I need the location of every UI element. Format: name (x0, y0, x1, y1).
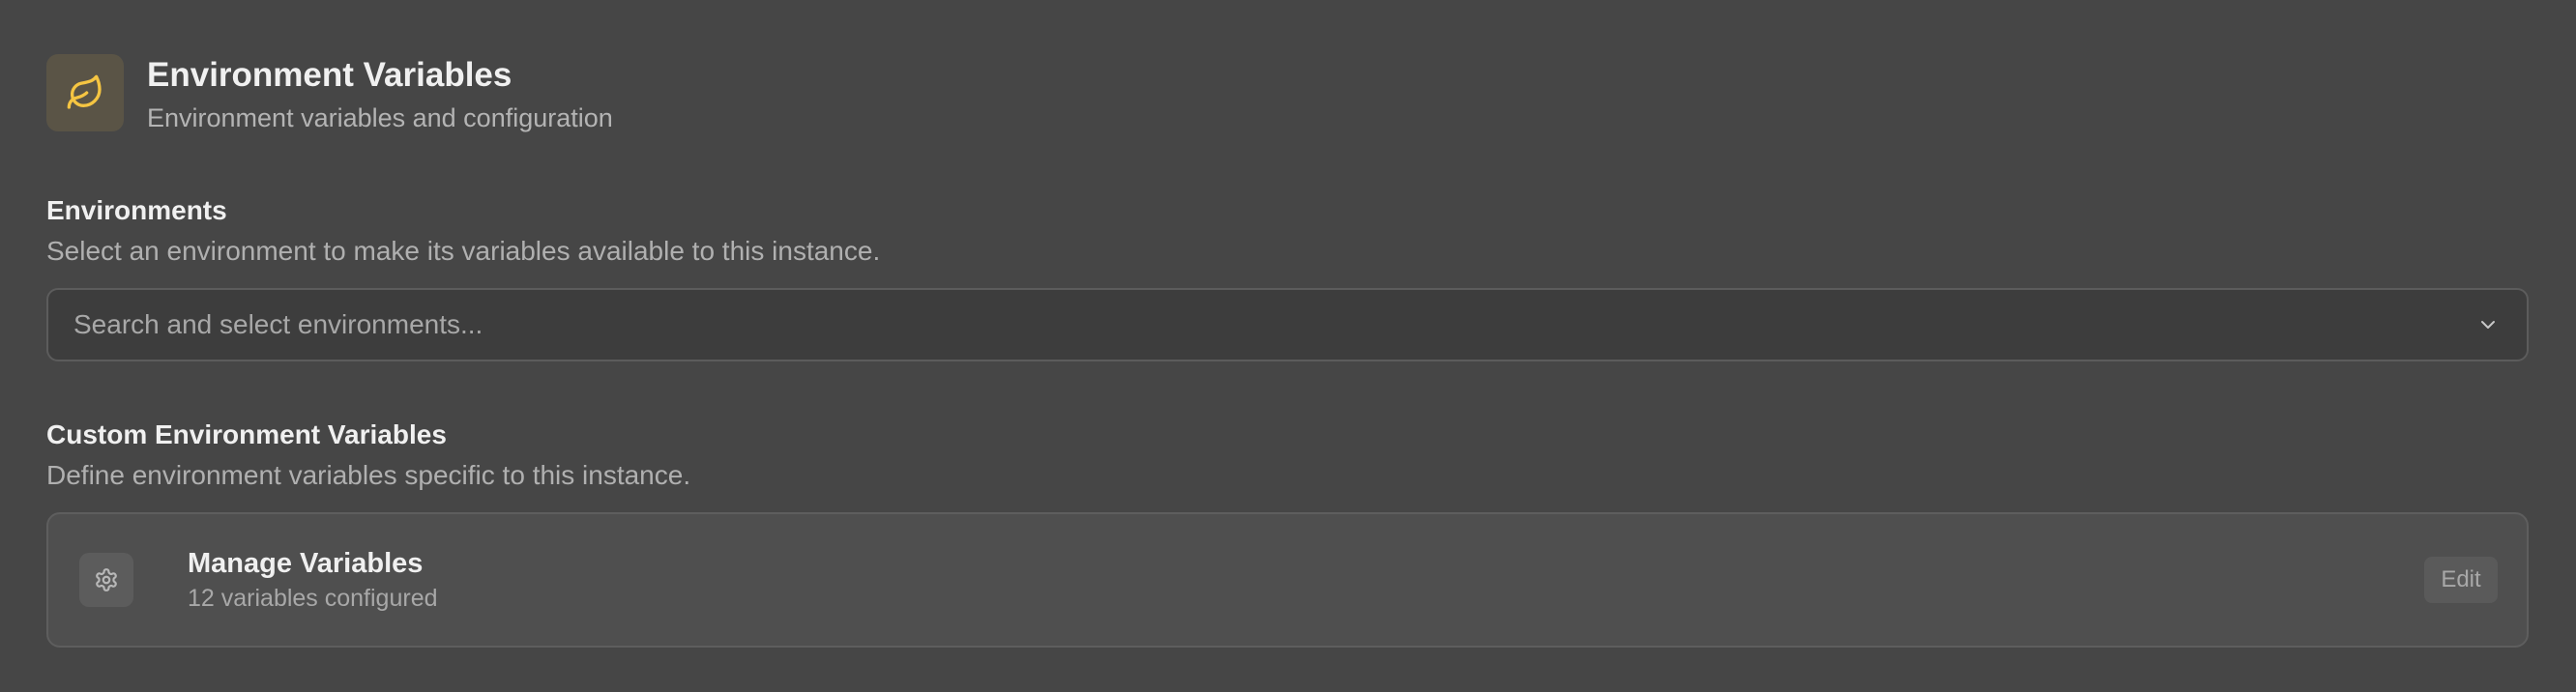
environment-select[interactable]: Search and select environments... (46, 288, 2529, 361)
manage-variables-card: Manage Variables 12 variables configured… (46, 512, 2529, 648)
environments-description: Select an environment to make its variab… (46, 236, 881, 266)
custom-variables-title: Custom Environment Variables (46, 419, 447, 449)
variables-count: 12 variables configured (188, 585, 438, 612)
custom-variables-description: Define environment variables specific to… (46, 460, 691, 490)
page-subtitle: Environment variables and configuration (147, 103, 613, 132)
edit-button[interactable]: Edit (2424, 557, 2498, 603)
manage-variables-info: Manage Variables 12 variables configured (79, 546, 438, 614)
chevron-down-icon (2474, 311, 2502, 338)
header-text: Environment Variables Environment variab… (147, 54, 613, 135)
manage-variables-text: Manage Variables 12 variables configured (188, 546, 438, 614)
page-header: Environment Variables Environment variab… (46, 54, 613, 135)
environments-section: Environments Select an environment to ma… (46, 193, 2529, 361)
page-title: Environment Variables (147, 56, 512, 94)
gear-icon (79, 553, 133, 607)
environment-select-placeholder: Search and select environments... (73, 309, 483, 339)
manage-variables-title: Manage Variables (188, 548, 424, 579)
leaf-icon (46, 54, 124, 131)
environments-title: Environments (46, 195, 227, 225)
custom-variables-section: Custom Environment Variables Define envi… (46, 418, 2529, 648)
